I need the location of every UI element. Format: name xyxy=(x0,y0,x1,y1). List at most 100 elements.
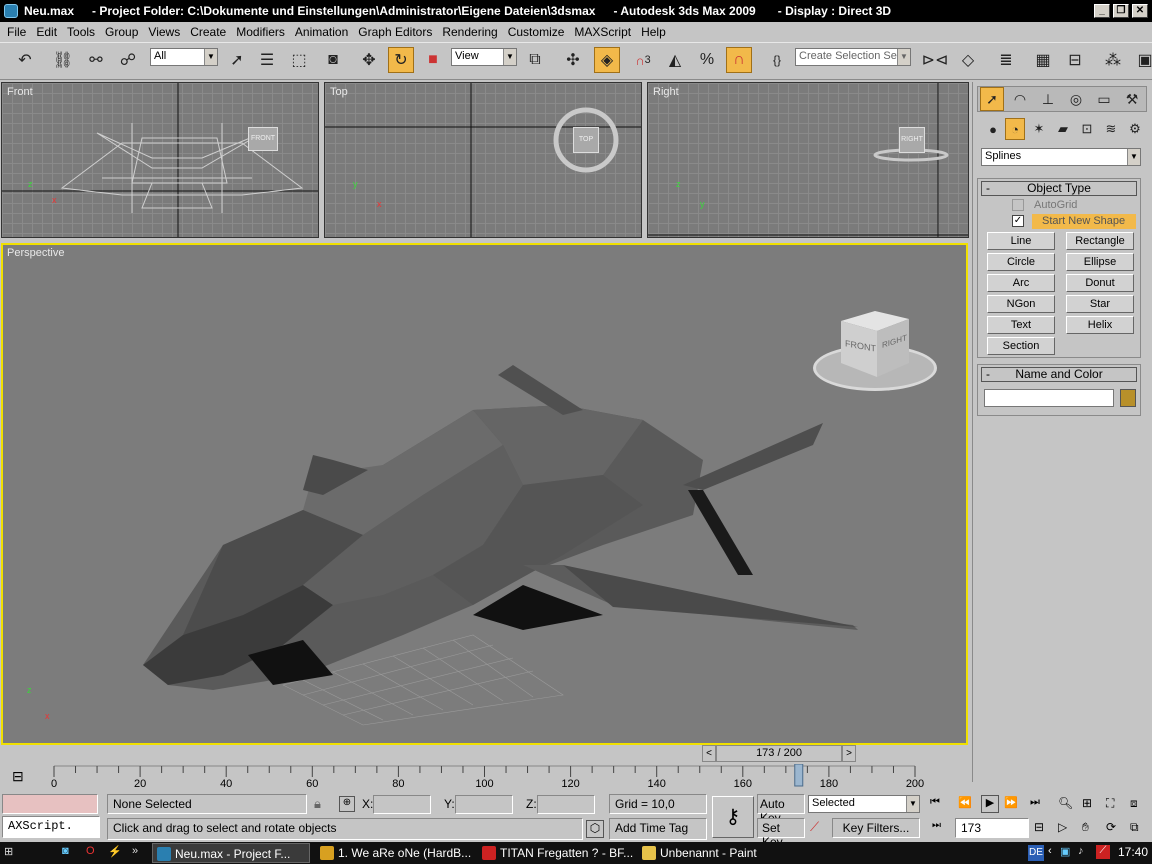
menu-create[interactable]: Create xyxy=(185,25,231,39)
modify-tab-icon[interactable]: ◠ xyxy=(1008,87,1032,111)
menu-customize[interactable]: Customize xyxy=(503,25,570,39)
default-tangent-icon[interactable]: ⟋ xyxy=(810,819,830,837)
autogrid-checkbox[interactable] xyxy=(1012,199,1024,211)
select-and-rotate-icon[interactable]: ↻ xyxy=(388,47,414,73)
angle-snap-icon[interactable]: ◭ xyxy=(662,47,688,73)
key-mode-dropdown[interactable]: Selected ▼ xyxy=(808,795,920,813)
motion-tab-icon[interactable]: ◎ xyxy=(1064,87,1088,111)
viewcube-right[interactable]: RIGHT xyxy=(899,127,925,153)
systems-icon[interactable]: ⚙ xyxy=(1125,118,1145,140)
pan-view-icon[interactable]: ✋︎ xyxy=(1082,820,1100,836)
keyboard-shortcut-override-icon[interactable]: ◈ xyxy=(594,47,620,73)
maximize-viewport-icon[interactable]: ⧉ xyxy=(1130,820,1148,836)
pivot-center-icon[interactable]: ⧉ xyxy=(522,47,548,73)
helix-button[interactable]: Helix xyxy=(1066,316,1134,334)
go-to-end-icon[interactable]: ⏭ xyxy=(1030,796,1050,812)
orbit-icon[interactable]: ⟳ xyxy=(1106,820,1124,836)
align-icon[interactable]: ◇ xyxy=(955,47,981,73)
shapes-icon[interactable]: ◔ xyxy=(1005,118,1025,140)
task-opera[interactable]: TITAN Fregatten ? - BF... xyxy=(478,843,636,863)
viewcube-front[interactable]: FRONT xyxy=(248,127,278,151)
select-by-name-icon[interactable]: ☰ xyxy=(254,47,280,73)
y-coordinate-input[interactable] xyxy=(455,795,513,814)
key-mode-toggle-icon[interactable]: ⏭ xyxy=(932,820,948,836)
key-filters-button[interactable]: Key Filters... xyxy=(832,818,920,838)
task-paint[interactable]: Unbenannt - Paint xyxy=(638,843,796,863)
task-3dsmax[interactable]: Neu.max - Project F... xyxy=(152,843,310,863)
selection-filter-dropdown[interactable]: All ▼ xyxy=(150,48,218,66)
track-bar[interactable]: ⊟ 0 20 40 60 80 100 120 140 160 180 200 xyxy=(0,764,972,792)
go-to-start-icon[interactable]: ⏮ xyxy=(930,796,950,812)
menu-edit[interactable]: Edit xyxy=(31,25,62,39)
auto-key-button[interactable]: Auto Key xyxy=(757,794,805,825)
menu-tools[interactable]: Tools xyxy=(62,25,100,39)
menu-animation[interactable]: Animation xyxy=(290,25,353,39)
set-key-button[interactable]: Set Key xyxy=(757,818,805,849)
edit-named-selections-icon[interactable]: {} xyxy=(764,47,790,73)
cameras-icon[interactable]: ▰ xyxy=(1053,118,1073,140)
select-and-link-icon[interactable]: ⛓ xyxy=(50,47,76,73)
start-new-shape-label[interactable]: Start New Shape xyxy=(1032,214,1136,229)
helpers-icon[interactable]: ⊡ xyxy=(1077,118,1097,140)
lights-icon[interactable]: ✶ xyxy=(1029,118,1049,140)
name-and-color-header[interactable]: - Name and Color xyxy=(981,367,1137,382)
donut-button[interactable]: Donut xyxy=(1066,274,1134,292)
time-tag-icon[interactable]: ⬡ xyxy=(586,820,604,838)
bind-space-warp-icon[interactable]: ☍ xyxy=(115,47,141,73)
text-button[interactable]: Text xyxy=(987,316,1055,334)
mirror-icon[interactable]: ⊳⊲ xyxy=(922,47,949,73)
zoom-icon[interactable]: 🔍︎ xyxy=(1058,796,1076,812)
maxscript-listener-pink[interactable] xyxy=(2,794,98,814)
layer-manager-icon[interactable]: ≣ xyxy=(993,47,1019,73)
menu-modifiers[interactable]: Modifiers xyxy=(231,25,290,39)
language-indicator[interactable]: DE xyxy=(1028,845,1044,861)
app-icon[interactable] xyxy=(4,4,18,18)
top-viewport[interactable]: Top TOP y x xyxy=(324,82,642,238)
window-crossing-icon[interactable]: ◙ xyxy=(320,47,346,73)
minimize-button[interactable]: _ xyxy=(1094,4,1110,18)
current-frame-marker[interactable] xyxy=(794,764,804,787)
create-tab-icon[interactable]: ➚ xyxy=(980,87,1004,111)
circle-button[interactable]: Circle xyxy=(987,253,1055,271)
maximize-button[interactable]: ❐ xyxy=(1113,4,1129,18)
menu-views[interactable]: Views xyxy=(143,25,185,39)
right-viewport[interactable]: Right RIGHT z y xyxy=(647,82,969,238)
select-object-icon[interactable]: ➚ xyxy=(224,47,250,73)
menu-graph-editors[interactable]: Graph Editors xyxy=(353,25,437,39)
shape-category-dropdown[interactable]: Splines ▼ xyxy=(981,148,1141,166)
geometry-icon[interactable]: ● xyxy=(983,118,1003,140)
task-winamp[interactable]: 1. We aRe oNe (HardB... xyxy=(316,843,474,863)
star-button[interactable]: Star xyxy=(1066,295,1134,313)
selection-lock-icon[interactable]: 🔒︎ xyxy=(314,796,321,812)
zoom-extents-all-icon[interactable]: ⧈ xyxy=(1130,796,1148,812)
reference-coordinate-dropdown[interactable]: View ▼ xyxy=(451,48,517,66)
menu-maxscript[interactable]: MAXScript xyxy=(569,25,636,39)
hierarchy-tab-icon[interactable]: ⊥ xyxy=(1036,87,1060,111)
rectangular-selection-icon[interactable]: ⬚ xyxy=(286,47,312,73)
next-frame-arrow-icon[interactable]: > xyxy=(842,745,856,762)
previous-frame-arrow-icon[interactable]: < xyxy=(702,745,716,762)
menu-group[interactable]: Group xyxy=(100,25,143,39)
menu-help[interactable]: Help xyxy=(636,25,671,39)
percent-snap-icon[interactable]: % xyxy=(694,47,720,73)
viewcube-top[interactable]: TOP xyxy=(573,127,599,153)
start-new-shape-checkbox[interactable]: ✓ xyxy=(1012,215,1024,227)
x-coordinate-input[interactable] xyxy=(373,795,431,814)
quicklaunch-winamp-icon[interactable]: ⚡ xyxy=(108,845,122,859)
line-button[interactable]: Line xyxy=(987,232,1055,250)
current-frame-input[interactable]: 173 xyxy=(955,818,1029,838)
quicklaunch-opera-icon[interactable]: O xyxy=(86,845,100,859)
add-time-tag-button[interactable]: Add Time Tag xyxy=(609,818,707,840)
play-icon[interactable]: ▶ xyxy=(981,795,999,813)
rectangle-button[interactable]: Rectangle xyxy=(1066,232,1134,250)
object-color-swatch[interactable] xyxy=(1120,389,1136,407)
time-slider[interactable]: < 173 / 200 > xyxy=(702,745,858,762)
previous-frame-icon[interactable]: ⏪ xyxy=(958,796,978,812)
viewcube[interactable]: FRONT RIGHT xyxy=(839,309,909,377)
maxscript-mini-listener[interactable]: AXScript. xyxy=(2,816,100,838)
utilities-tab-icon[interactable]: ⚒ xyxy=(1120,87,1144,111)
close-button[interactable]: ✕ xyxy=(1132,4,1148,18)
arc-button[interactable]: Arc xyxy=(987,274,1055,292)
space-warps-icon[interactable]: ≋ xyxy=(1101,118,1121,140)
tray-expand-icon[interactable]: ‹ xyxy=(1048,845,1052,857)
